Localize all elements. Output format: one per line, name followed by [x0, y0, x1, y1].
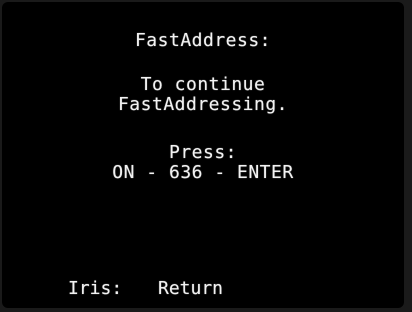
- iris-return-hint[interactable]: Iris: Return: [68, 279, 223, 299]
- screen-title: FastAddress:: [134, 30, 272, 51]
- iris-key-label: Iris:: [68, 278, 123, 299]
- key-sequence: ON - 636 - ENTER: [112, 162, 294, 183]
- return-action-label: Return: [158, 278, 224, 299]
- monitor-screen: FastAddress: To continue FastAddressing.…: [2, 2, 404, 308]
- instruction-line-1: To continue: [140, 74, 266, 95]
- instruction-line-2: FastAddressing.: [117, 94, 289, 115]
- press-label: Press:: [168, 142, 238, 163]
